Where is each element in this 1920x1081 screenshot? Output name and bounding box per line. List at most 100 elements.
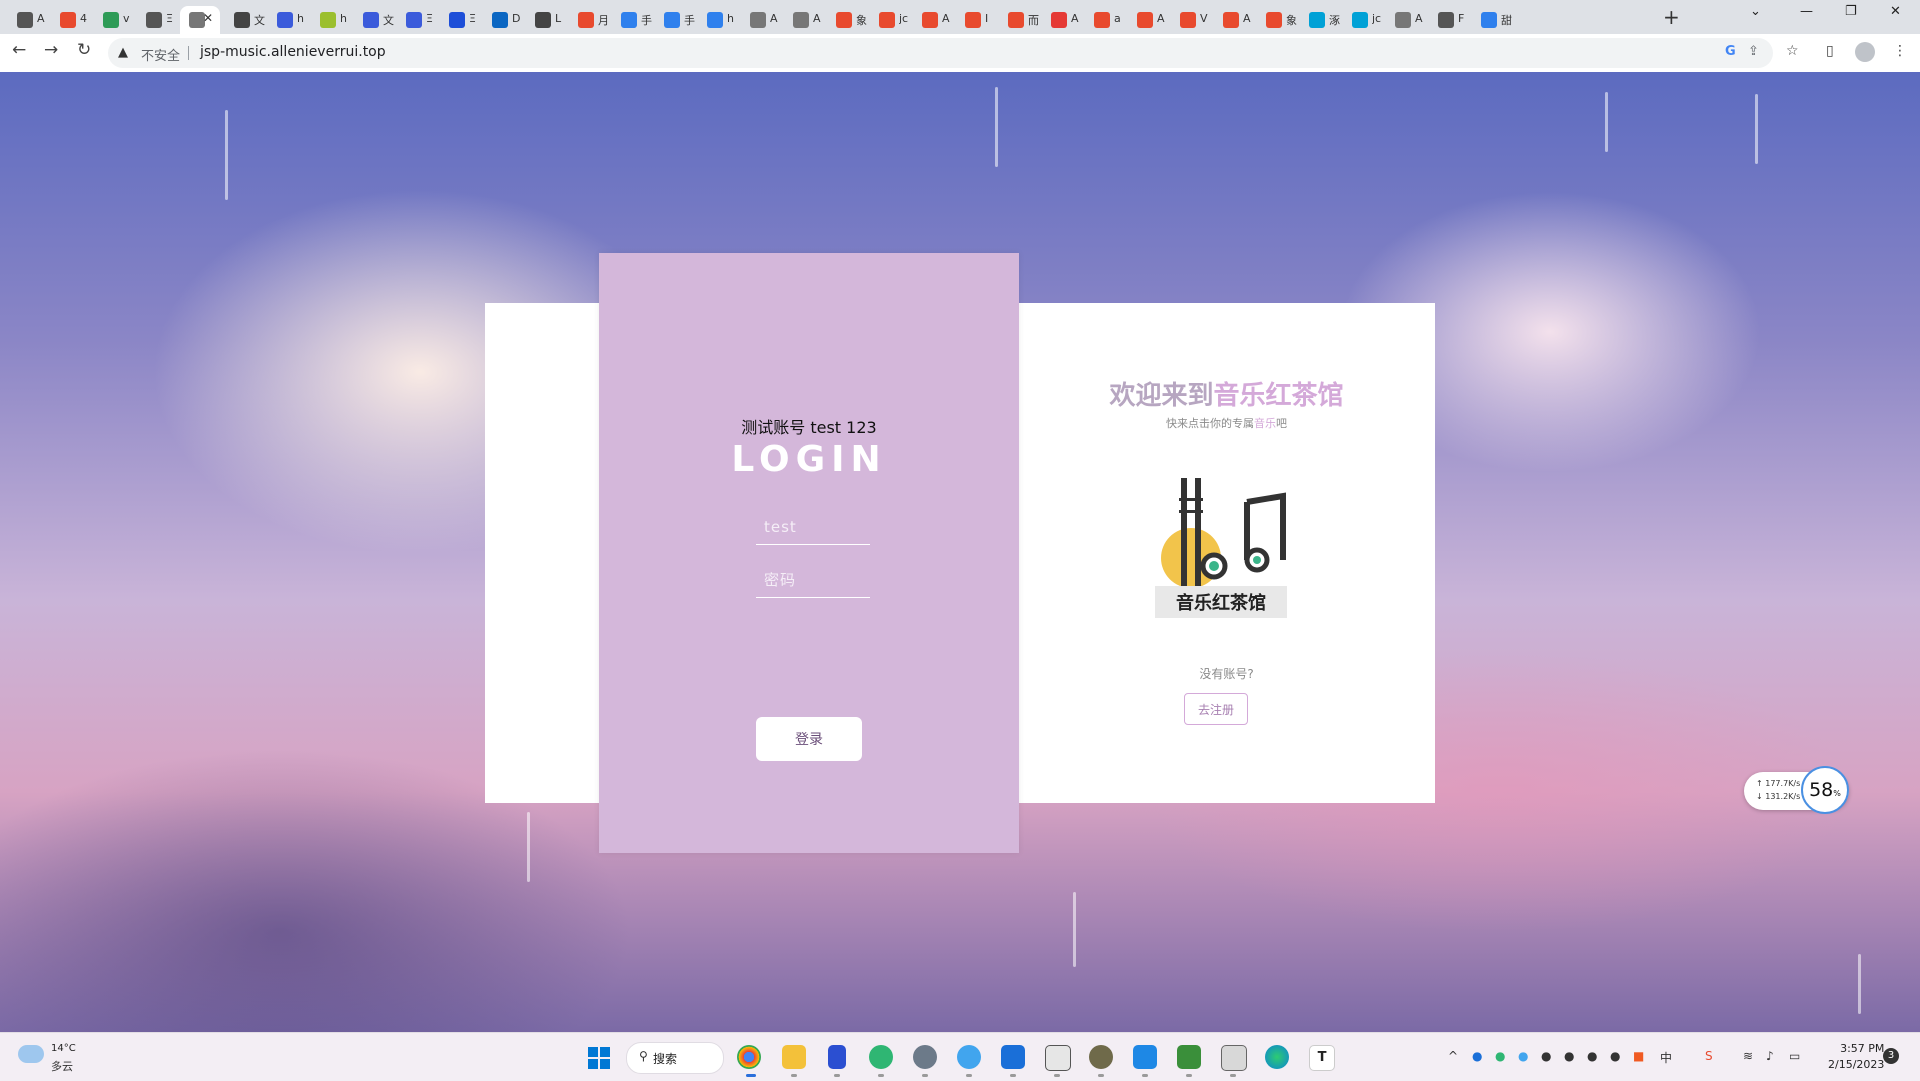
typora-icon[interactable]: T bbox=[1309, 1045, 1335, 1071]
browser-tab[interactable]: ✕ bbox=[180, 6, 220, 34]
share-icon[interactable]: ⇪ bbox=[1748, 44, 1759, 59]
file-explorer-icon[interactable] bbox=[782, 1045, 806, 1069]
browser-tab[interactable]: a bbox=[1085, 6, 1123, 34]
notification-badge[interactable]: 3 bbox=[1883, 1048, 1899, 1064]
reload-icon[interactable]: ↻ bbox=[77, 40, 91, 60]
browser-tab[interactable]: L bbox=[526, 6, 564, 34]
browser-tab[interactable]: Ξ bbox=[440, 6, 478, 34]
browser-tab[interactable]: v bbox=[94, 6, 132, 34]
network-monitor-widget[interactable]: ↑ 177.7K/s ↓ 131.2K/s 58% bbox=[1744, 766, 1849, 814]
browser-tab[interactable]: D bbox=[483, 6, 521, 34]
wifi-icon[interactable]: ≋ bbox=[1743, 1049, 1753, 1063]
tray-app-icon[interactable]: S bbox=[1705, 1049, 1713, 1063]
weather-cloud-icon[interactable] bbox=[18, 1045, 44, 1063]
browser-tab[interactable]: 文 bbox=[354, 6, 394, 34]
browser-tab[interactable]: 涿 bbox=[1300, 6, 1340, 34]
taskbar-clock[interactable]: 3:57 PM 2/15/2023 bbox=[1828, 1041, 1884, 1073]
browser-tab[interactable]: 4 bbox=[51, 6, 89, 34]
terminal-icon[interactable] bbox=[1045, 1045, 1071, 1071]
restore-button[interactable]: ❐ bbox=[1845, 4, 1857, 19]
browser-tab[interactable]: jc bbox=[870, 6, 908, 34]
running-indicator bbox=[878, 1074, 884, 1077]
tab-favicon-icon bbox=[17, 12, 33, 28]
weather-temp[interactable]: 14°C bbox=[51, 1043, 76, 1054]
browser-tab[interactable]: h bbox=[311, 6, 349, 34]
browser-tab[interactable]: A bbox=[1214, 6, 1252, 34]
menu-icon[interactable]: ⋮ bbox=[1893, 43, 1907, 59]
tray-app-icon[interactable]: ● bbox=[1564, 1049, 1574, 1063]
browser-tab[interactable]: 甜 bbox=[1472, 6, 1512, 34]
game-icon[interactable] bbox=[1089, 1045, 1113, 1069]
browser-tab[interactable]: I bbox=[956, 6, 994, 34]
tray-wechat-icon[interactable]: ● bbox=[1495, 1049, 1505, 1063]
vscode-icon[interactable] bbox=[1133, 1045, 1157, 1069]
warning-icon[interactable]: ▲ bbox=[118, 45, 128, 60]
browser-tab[interactable]: A bbox=[784, 6, 822, 34]
register-button[interactable]: 去注册 bbox=[1184, 693, 1248, 725]
browser-tab[interactable]: 手 bbox=[655, 6, 695, 34]
baidu-netdisk-icon[interactable] bbox=[957, 1045, 981, 1069]
tab-favicon-icon bbox=[60, 12, 76, 28]
settings-icon[interactable] bbox=[913, 1045, 937, 1069]
wechat-icon[interactable] bbox=[869, 1045, 893, 1069]
browser-tab[interactable]: V bbox=[1171, 6, 1209, 34]
battery-icon[interactable]: ▭ bbox=[1789, 1049, 1800, 1063]
browser-tab[interactable]: A bbox=[741, 6, 779, 34]
address-bar[interactable]: ▲ 不安全 jsp-music.allenieverrui.top G ⇪ bbox=[108, 38, 1773, 68]
volume-icon[interactable]: ♪ bbox=[1766, 1049, 1774, 1063]
browser-tab[interactable]: 手 bbox=[612, 6, 652, 34]
forward-icon[interactable]: → bbox=[44, 40, 58, 60]
url-text[interactable]: jsp-music.allenieverrui.top bbox=[200, 44, 386, 60]
tray-qq-icon[interactable]: ● bbox=[1541, 1049, 1551, 1063]
close-window-button[interactable]: ✕ bbox=[1890, 4, 1901, 19]
browser-tab[interactable]: F bbox=[1429, 6, 1467, 34]
browser-tab[interactable]: Ξ bbox=[397, 6, 435, 34]
browser-tab[interactable]: h bbox=[698, 6, 736, 34]
browser-tab[interactable]: 象 bbox=[827, 6, 867, 34]
browser-tab[interactable]: 而 bbox=[999, 6, 1039, 34]
browser-tab[interactable]: A bbox=[913, 6, 951, 34]
tray-app-icon[interactable]: ■ bbox=[1633, 1049, 1644, 1063]
edge-icon[interactable] bbox=[1265, 1045, 1289, 1069]
tab-title: D bbox=[512, 12, 521, 25]
input-method-icon[interactable]: 中 bbox=[1660, 1049, 1672, 1066]
login-button[interactable]: 登录 bbox=[756, 717, 862, 761]
browser-tab[interactable]: Ξ bbox=[137, 6, 175, 34]
browser-tab[interactable]: 文 bbox=[225, 6, 265, 34]
browser-tab[interactable]: A bbox=[8, 6, 46, 34]
browser-tab[interactable]: h bbox=[268, 6, 306, 34]
tab-favicon-icon bbox=[1008, 12, 1024, 28]
browser-tab[interactable]: A bbox=[1042, 6, 1080, 34]
password-input[interactable] bbox=[756, 563, 870, 598]
tab-search-icon[interactable]: ⌄ bbox=[1750, 4, 1761, 19]
tray-app-icon[interactable]: ● bbox=[1472, 1049, 1482, 1063]
insecure-label[interactable]: 不安全 bbox=[141, 45, 180, 64]
browser-tab[interactable]: A bbox=[1386, 6, 1424, 34]
bookmark-star-icon[interactable]: ☆ bbox=[1786, 43, 1799, 59]
tray-app-icon[interactable]: ● bbox=[1587, 1049, 1597, 1063]
tray-app-icon[interactable]: ● bbox=[1610, 1049, 1620, 1063]
profile-avatar[interactable] bbox=[1855, 42, 1875, 62]
chrome-app-icon[interactable] bbox=[737, 1045, 761, 1069]
taskbar-search[interactable]: ⚲ 搜索 bbox=[626, 1042, 724, 1074]
tab-favicon-icon bbox=[922, 12, 938, 28]
back-icon[interactable]: ← bbox=[12, 40, 26, 60]
weather-condition[interactable]: 多云 bbox=[51, 1058, 73, 1074]
android-studio-icon[interactable] bbox=[1177, 1045, 1201, 1069]
browser-tab[interactable]: A bbox=[1128, 6, 1166, 34]
browser-tab[interactable]: jc bbox=[1343, 6, 1381, 34]
google-translate-icon[interactable]: G bbox=[1725, 44, 1736, 59]
tab-close-icon[interactable]: ✕ bbox=[203, 11, 213, 25]
new-tab-button[interactable]: + bbox=[1663, 5, 1680, 29]
notepad-icon[interactable] bbox=[1221, 1045, 1247, 1071]
tray-overflow-icon[interactable]: ^ bbox=[1448, 1049, 1458, 1063]
browser-tab[interactable]: 象 bbox=[1257, 6, 1297, 34]
minimize-button[interactable]: — bbox=[1800, 4, 1813, 19]
media-player-icon[interactable] bbox=[828, 1045, 846, 1069]
side-panel-icon[interactable]: ▯ bbox=[1826, 43, 1834, 59]
intellij-icon[interactable] bbox=[1001, 1045, 1025, 1069]
username-input[interactable] bbox=[756, 510, 870, 545]
start-button[interactable] bbox=[588, 1047, 610, 1069]
tray-netdisk-icon[interactable]: ● bbox=[1518, 1049, 1528, 1063]
browser-tab[interactable]: 月 bbox=[569, 6, 609, 34]
